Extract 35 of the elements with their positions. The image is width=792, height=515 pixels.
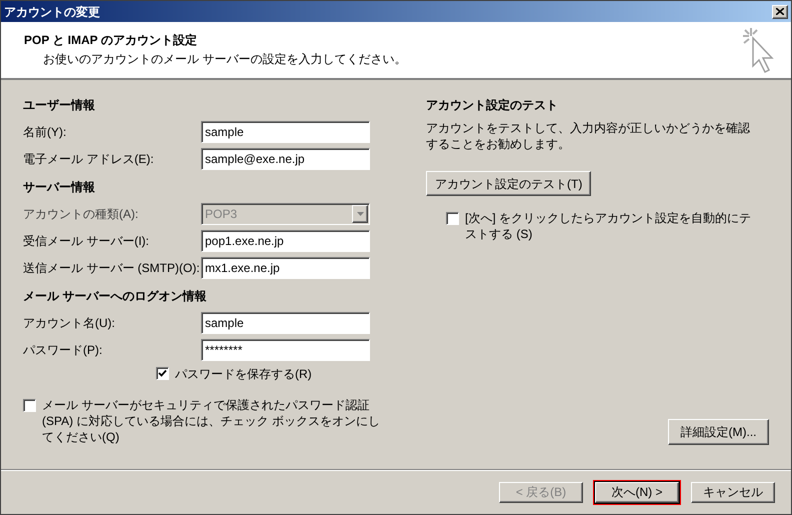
section-heading: メール サーバーへのログオン情報 xyxy=(23,288,208,305)
close-icon xyxy=(776,8,784,15)
dialog-button[interactable]: 次へ(N) > xyxy=(595,482,679,502)
checkbox-label: [次へ] をクリックしたらアカウント設定を自動的にテストする (S) xyxy=(465,210,752,242)
input-field[interactable]: sample xyxy=(201,120,370,142)
checkbox[interactable] xyxy=(446,212,459,225)
checkbox-label: パスワードを保存する(R) xyxy=(175,366,312,383)
input-field[interactable]: ******** xyxy=(201,338,370,360)
more-settings-button[interactable]: 詳細設定(M)... xyxy=(668,419,769,445)
dialog-button[interactable]: キャンセル xyxy=(691,482,775,502)
checkbox[interactable] xyxy=(23,399,36,412)
section-heading: ユーザー情報 xyxy=(23,97,96,114)
field-label: アカウント名(U): xyxy=(23,314,116,332)
test-description: アカウントをテストして、入力内容が正しいかどうかを確認することをお勧めします。 xyxy=(426,120,751,152)
checkbox-label: メール サーバーがセキュリティで保護されたパスワード認証 (SPA) に対応している場合には、チェック ボックスをオンにしてください(Q) xyxy=(42,397,381,445)
header-title: POP と IMAP のアカウント設定 xyxy=(24,32,198,49)
window-title: アカウントの変更 xyxy=(4,4,100,20)
checkbox[interactable] xyxy=(156,367,169,380)
test-account-button[interactable]: アカウント設定のテスト(T) xyxy=(426,171,592,196)
section-heading: アカウント設定のテスト xyxy=(426,97,559,114)
header-subtitle: お使いのアカウントのメール サーバーの設定を入力してください。 xyxy=(42,51,406,68)
dropdown-arrow-icon xyxy=(356,212,364,216)
close-button[interactable] xyxy=(772,4,788,18)
section-heading: サーバー情報 xyxy=(23,179,96,196)
field-label: パスワード(P): xyxy=(23,342,104,358)
checkmark-icon xyxy=(158,369,167,378)
field-label: 送信メール サーバー (SMTP)(O): xyxy=(23,260,201,276)
field-label: 受信メール サーバー(I): xyxy=(23,232,150,250)
input-field[interactable]: sample xyxy=(201,312,370,334)
field-label: 名前(Y): xyxy=(23,124,68,140)
input-field[interactable]: sample@exe.ne.jp xyxy=(201,148,370,170)
field-label: 電子メール アドレス(E): xyxy=(23,150,155,168)
field-label: アカウントの種類(A): xyxy=(23,206,140,222)
input-field[interactable]: mx1.exe.ne.jp xyxy=(201,256,370,278)
input-field[interactable]: pop1.exe.ne.jp xyxy=(201,230,370,252)
